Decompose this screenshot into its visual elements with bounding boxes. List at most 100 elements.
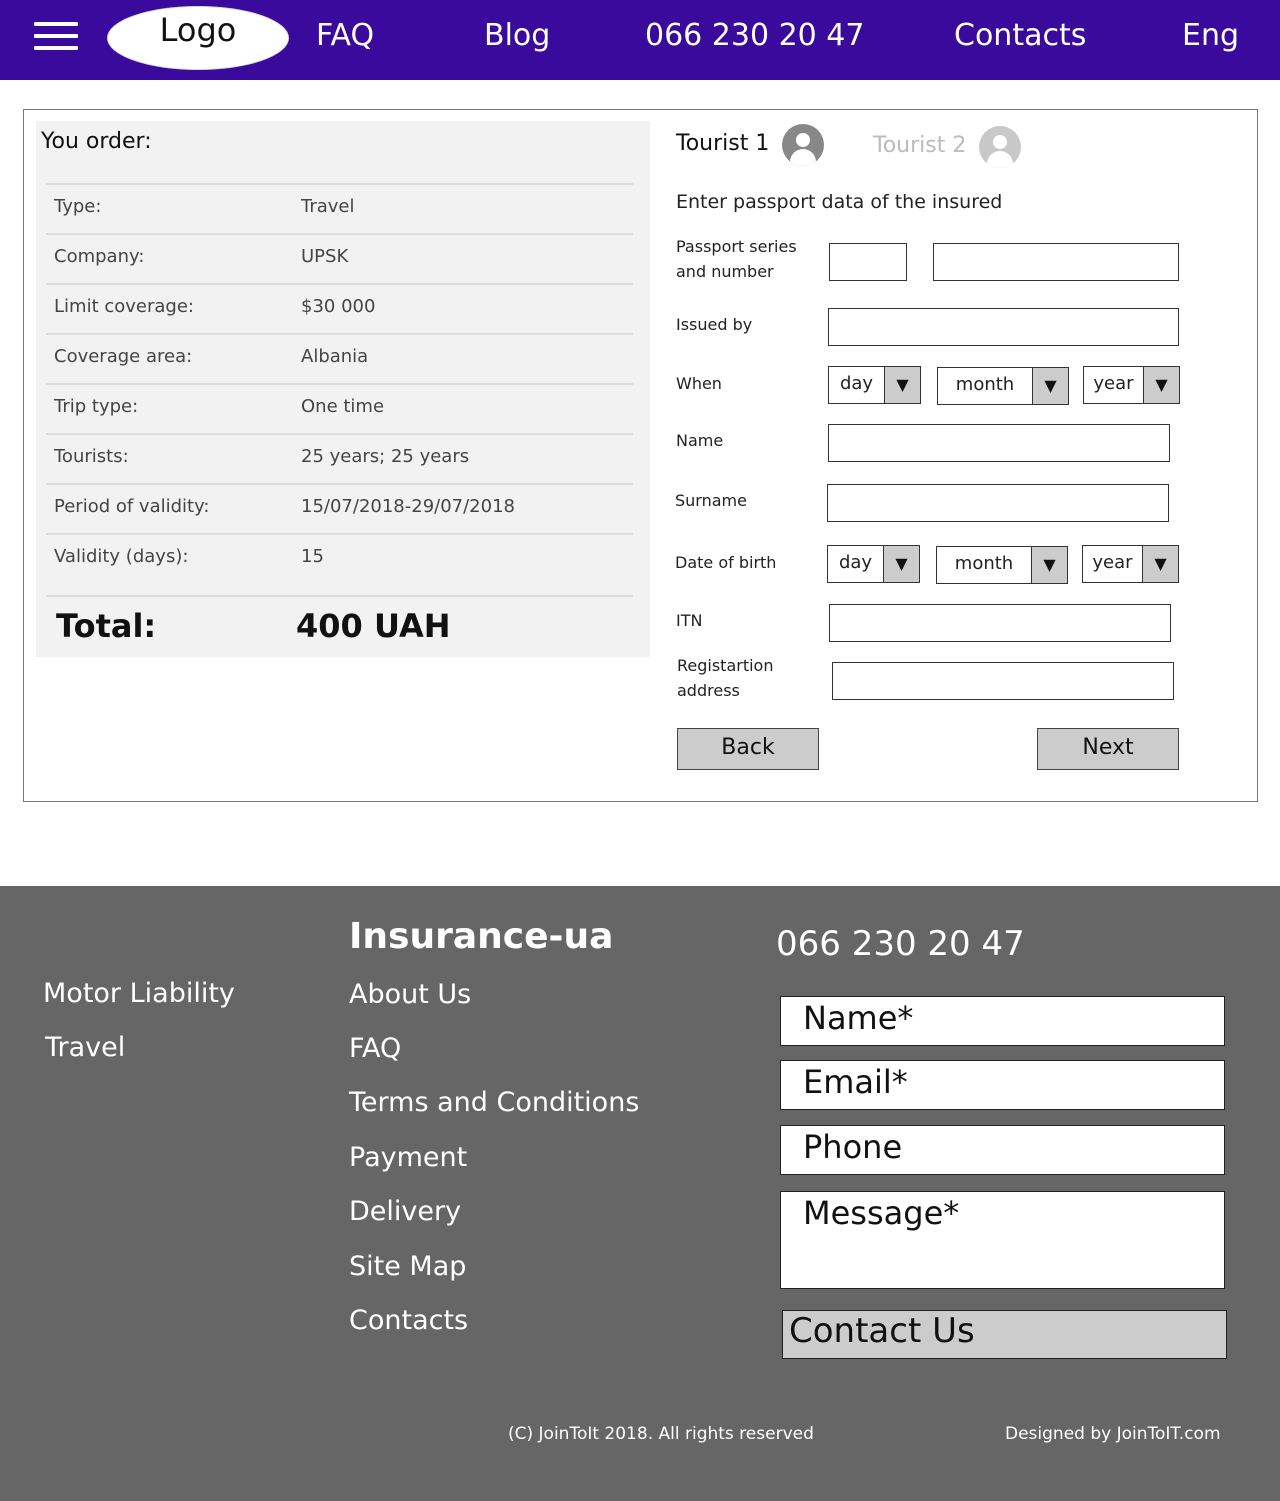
form-hint: Enter passport data of the insured bbox=[676, 191, 1003, 213]
order-row: Trip type: One time bbox=[46, 383, 633, 433]
order-row: Limit coverage: $30 000 bbox=[46, 283, 633, 333]
order-row: Type: Travel bbox=[46, 183, 633, 233]
when-day-select[interactable]: day ▼ bbox=[828, 366, 921, 404]
footer: Motor Liability Travel Insurance-ua Abou… bbox=[0, 886, 1280, 1501]
chevron-down-icon[interactable]: ▼ bbox=[884, 367, 920, 403]
total-label: Total: bbox=[56, 607, 157, 645]
registration-label: Registartion address bbox=[677, 653, 773, 703]
dob-label: Date of birth bbox=[675, 553, 777, 572]
when-month-select[interactable]: month ▼ bbox=[937, 367, 1069, 405]
order-row: Period of validity: 15/07/2018-29/07/201… bbox=[46, 483, 633, 533]
nav-blog[interactable]: Blog bbox=[484, 18, 550, 53]
order-summary: You order: Type: Travel Company: UPSK Li… bbox=[36, 121, 650, 657]
name-input[interactable] bbox=[828, 424, 1170, 462]
chevron-down-icon[interactable]: ▼ bbox=[883, 546, 919, 582]
chevron-down-icon[interactable]: ▼ bbox=[1142, 546, 1178, 582]
footer-link-faq[interactable]: FAQ bbox=[349, 1033, 401, 1064]
contact-us-button[interactable]: Contact Us bbox=[782, 1310, 1227, 1359]
chevron-down-icon[interactable]: ▼ bbox=[1031, 547, 1067, 583]
order-row-label: Coverage area: bbox=[54, 346, 193, 367]
passport-label: Passport series and number bbox=[676, 234, 797, 284]
footer-link-terms[interactable]: Terms and Conditions bbox=[349, 1087, 639, 1118]
input-placeholder: Name* bbox=[803, 999, 914, 1037]
order-total: Total: 400 UAH bbox=[46, 595, 633, 645]
select-value: day bbox=[838, 552, 873, 573]
dob-year-select[interactable]: year ▼ bbox=[1082, 545, 1179, 583]
tab-tourist-1[interactable]: Tourist 1 bbox=[676, 131, 769, 156]
order-row: Tourists: 25 years; 25 years bbox=[46, 433, 633, 483]
select-value: year bbox=[1092, 552, 1133, 573]
nav-phone[interactable]: 066 230 20 47 bbox=[645, 18, 864, 53]
hamburger-menu-icon[interactable] bbox=[34, 22, 78, 52]
input-placeholder: Phone bbox=[803, 1128, 903, 1166]
back-button[interactable]: Back bbox=[677, 728, 819, 770]
order-row: Validity (days): 15 bbox=[46, 533, 633, 583]
footer-link-travel[interactable]: Travel bbox=[45, 1032, 125, 1063]
input-placeholder: Message* bbox=[803, 1194, 960, 1232]
footer-link-contacts[interactable]: Contacts bbox=[349, 1305, 468, 1336]
top-navbar: Logo FAQ Blog 066 230 20 47 Contacts Eng bbox=[0, 0, 1280, 80]
order-row-label: Tourists: bbox=[54, 446, 129, 467]
input-placeholder: Email* bbox=[803, 1063, 908, 1101]
order-row-label: Trip type: bbox=[54, 396, 139, 417]
registration-label-line: Registartion bbox=[677, 656, 774, 675]
user-avatar-icon[interactable] bbox=[979, 126, 1021, 168]
footer-link-about[interactable]: About Us bbox=[349, 979, 471, 1010]
order-row-value: One time bbox=[301, 396, 385, 417]
name-label: Name bbox=[676, 431, 724, 450]
logo[interactable]: Logo bbox=[107, 6, 289, 70]
order-row-value: $30 000 bbox=[301, 296, 376, 317]
contact-email-input[interactable]: Email* bbox=[780, 1060, 1225, 1110]
designed-by[interactable]: Designed by JoinToIT.com bbox=[1005, 1424, 1221, 1444]
contact-message-textarea[interactable]: Message* bbox=[780, 1191, 1225, 1289]
footer-brand: Insurance-ua bbox=[349, 916, 614, 957]
select-value: month bbox=[955, 374, 1015, 395]
when-label: When bbox=[676, 374, 722, 393]
issued-by-input[interactable] bbox=[828, 308, 1179, 346]
order-row: Coverage area: Albania bbox=[46, 333, 633, 383]
chevron-down-icon[interactable]: ▼ bbox=[1143, 367, 1179, 403]
order-row-value: Albania bbox=[301, 346, 369, 367]
tab-tourist-2[interactable]: Tourist 2 bbox=[873, 133, 966, 158]
order-row-value: 25 years; 25 years bbox=[301, 446, 470, 467]
nav-language[interactable]: Eng bbox=[1182, 18, 1239, 53]
itn-label: ITN bbox=[676, 611, 703, 630]
next-button[interactable]: Next bbox=[1037, 728, 1179, 770]
footer-link-motor-liability[interactable]: Motor Liability bbox=[43, 978, 235, 1009]
passport-label-line: and number bbox=[676, 262, 774, 281]
dob-month-select[interactable]: month ▼ bbox=[936, 546, 1068, 584]
footer-phone[interactable]: 066 230 20 47 bbox=[776, 924, 1025, 964]
nav-faq[interactable]: FAQ bbox=[316, 18, 374, 53]
dob-day-select[interactable]: day ▼ bbox=[827, 545, 920, 583]
order-row-label: Type: bbox=[54, 196, 102, 217]
when-year-select[interactable]: year ▼ bbox=[1083, 366, 1180, 404]
order-row-value: 15/07/2018-29/07/2018 bbox=[301, 496, 515, 517]
button-label: Contact Us bbox=[789, 1311, 975, 1351]
select-value: day bbox=[839, 373, 874, 394]
order-row: Company: UPSK bbox=[46, 233, 633, 283]
contact-phone-input[interactable]: Phone bbox=[780, 1125, 1225, 1175]
itn-input[interactable] bbox=[829, 604, 1171, 642]
copyright: (C) JoinToIt 2018. All rights reserved bbox=[508, 1424, 814, 1444]
total-value: 400 UAH bbox=[296, 607, 451, 645]
chevron-down-icon[interactable]: ▼ bbox=[1032, 368, 1068, 404]
select-value: month bbox=[954, 553, 1014, 574]
order-row-label: Limit coverage: bbox=[54, 296, 194, 317]
registration-address-input[interactable] bbox=[832, 662, 1174, 700]
passport-number-input[interactable] bbox=[933, 243, 1179, 281]
footer-link-payment[interactable]: Payment bbox=[349, 1142, 467, 1173]
order-title: You order: bbox=[41, 129, 152, 154]
surname-input[interactable] bbox=[827, 484, 1169, 522]
contact-name-input[interactable]: Name* bbox=[780, 996, 1225, 1046]
order-panel: You order: Type: Travel Company: UPSK Li… bbox=[23, 109, 1258, 802]
order-row-label: Period of validity: bbox=[54, 496, 210, 517]
order-row-value: 15 bbox=[301, 546, 324, 567]
nav-contacts[interactable]: Contacts bbox=[954, 18, 1086, 53]
footer-link-sitemap[interactable]: Site Map bbox=[349, 1251, 466, 1282]
order-row-value: UPSK bbox=[301, 246, 349, 267]
passport-series-input[interactable] bbox=[829, 243, 907, 281]
order-row-label: Validity (days): bbox=[54, 546, 189, 567]
footer-link-delivery[interactable]: Delivery bbox=[349, 1196, 461, 1227]
surname-label: Surname bbox=[675, 491, 747, 510]
user-avatar-icon[interactable] bbox=[782, 124, 824, 166]
